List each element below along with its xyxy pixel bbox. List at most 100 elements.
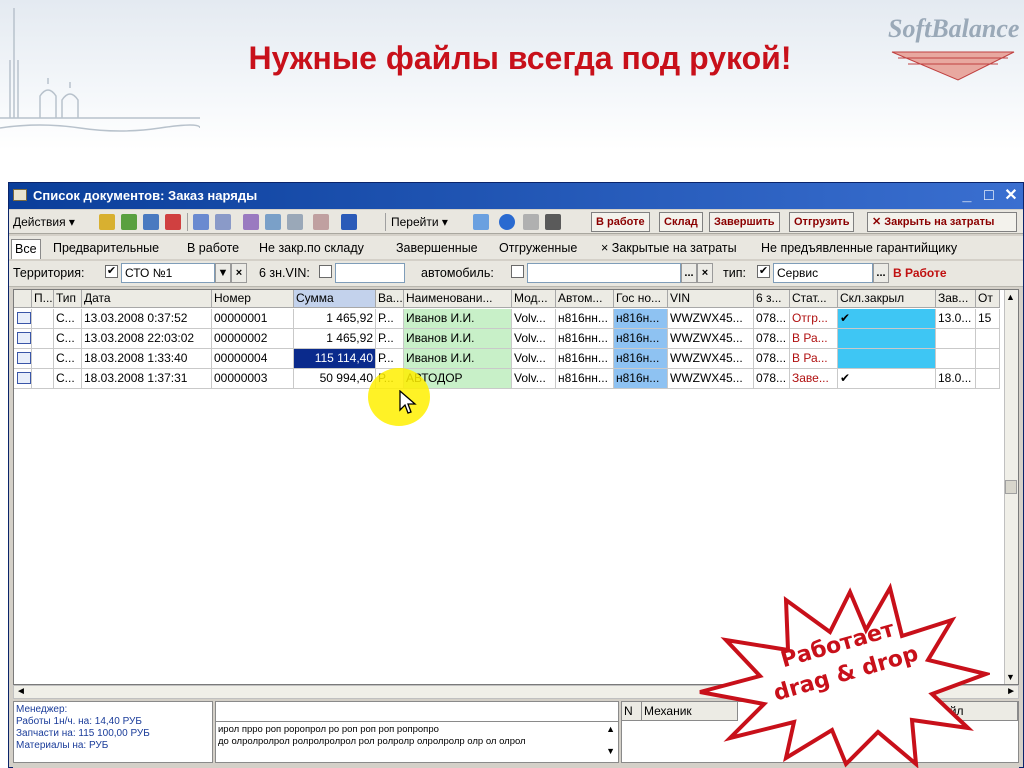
column-header[interactable]: Сумма <box>294 290 376 308</box>
scroll-thumb[interactable] <box>1005 480 1017 494</box>
table-cell[interactable]: С... <box>54 369 82 389</box>
tab-not-closed-warehouse[interactable]: Не закр.по складу <box>259 239 364 259</box>
table-cell[interactable]: Volv... <box>512 369 556 389</box>
column-header[interactable]: Дата <box>82 290 212 308</box>
row-doc-icon-cell[interactable] <box>14 329 32 349</box>
table-cell[interactable]: н816н... <box>614 309 668 329</box>
table-cell[interactable] <box>936 329 976 349</box>
table-cell[interactable]: ✔ <box>838 309 936 329</box>
maximize-button[interactable]: □ <box>979 186 999 206</box>
table-cell[interactable]: 13.03.2008 0:37:52 <box>82 309 212 329</box>
territory-dropdown-icon[interactable]: ▼ <box>215 263 231 283</box>
column-header[interactable]: Мод... <box>512 290 556 308</box>
memo-scroll-up-icon[interactable]: ▲ <box>606 724 615 734</box>
table-cell[interactable]: 078... <box>754 329 790 349</box>
tree-icon[interactable] <box>265 214 281 230</box>
structure-icon[interactable] <box>545 214 561 230</box>
table-cell[interactable]: Р... <box>376 309 404 329</box>
column-header[interactable]: Скл.закрыл <box>838 290 936 308</box>
col-n-header[interactable]: N <box>622 702 642 721</box>
column-header[interactable]: Гос но... <box>614 290 668 308</box>
table-cell[interactable]: Volv... <box>512 309 556 329</box>
table-cell[interactable]: 15 <box>976 309 1000 329</box>
add-group-icon[interactable] <box>121 214 137 230</box>
column-header[interactable]: VIN <box>668 290 754 308</box>
close-button[interactable]: ✕ <box>1001 186 1021 206</box>
tab-finished[interactable]: Завершенные <box>396 239 478 259</box>
actions-menu[interactable]: Действия ▾ <box>13 212 75 232</box>
table-cell[interactable]: н816нн... <box>556 329 614 349</box>
column-header[interactable]: Наименовани... <box>404 290 512 308</box>
tab-in-work[interactable]: В работе <box>187 239 239 259</box>
vin-checkbox[interactable] <box>319 265 332 278</box>
table-cell[interactable]: 00000001 <box>212 309 294 329</box>
table-cell[interactable]: В Ра... <box>790 329 838 349</box>
type-input[interactable]: Сервис <box>773 263 873 283</box>
scroll-left-icon[interactable]: ◄ <box>16 686 26 697</box>
car-select-button[interactable]: ... <box>681 263 697 283</box>
export-icon[interactable] <box>341 214 357 230</box>
in-work-button[interactable]: В работе <box>591 212 650 232</box>
comment-memo[interactable]: ирол прро роп роропрол ро роп роп роп ро… <box>215 701 619 763</box>
column-header[interactable]: 6 з... <box>754 290 790 308</box>
tab-shipped[interactable]: Отгруженные <box>499 239 577 259</box>
table-cell[interactable]: С... <box>54 309 82 329</box>
territory-select[interactable]: СТО №1 <box>121 263 215 283</box>
table-cell[interactable]: н816н... <box>614 349 668 369</box>
goto-menu[interactable]: Перейти ▾ <box>391 212 448 232</box>
table-cell[interactable]: Иванов И.И. <box>404 329 512 349</box>
column-header[interactable]: От <box>976 290 1000 308</box>
window-titlebar[interactable]: Список документов: Заказ наряды _ □ ✕ <box>9 183 1023 209</box>
column-header[interactable]: П... <box>32 290 54 308</box>
territory-checkbox[interactable]: ✔ <box>105 265 118 278</box>
table-cell[interactable]: 18.0... <box>936 369 976 389</box>
table-cell[interactable]: 1 465,92 <box>294 309 376 329</box>
row-doc-icon-cell[interactable] <box>14 349 32 369</box>
table-cell[interactable]: 50 994,40 <box>294 369 376 389</box>
table-cell[interactable]: 13.03.2008 22:03:02 <box>82 329 212 349</box>
table-cell[interactable]: Отгр... <box>790 309 838 329</box>
table-cell[interactable] <box>936 349 976 369</box>
table-cell[interactable]: 078... <box>754 309 790 329</box>
table-cell[interactable] <box>32 309 54 329</box>
close-costs-button[interactable]: ✕ Закрыть на затраты <box>867 212 1017 232</box>
table-cell[interactable] <box>838 329 936 349</box>
table-cell[interactable] <box>976 329 1000 349</box>
find-icon[interactable] <box>215 214 231 230</box>
help-icon[interactable] <box>499 214 515 230</box>
tab-all[interactable]: Все <box>11 239 41 259</box>
car-input[interactable] <box>527 263 681 283</box>
print-icon[interactable] <box>523 214 539 230</box>
tab-preliminary[interactable]: Предварительные <box>53 239 159 259</box>
table-cell[interactable]: 078... <box>754 349 790 369</box>
minimize-button[interactable]: _ <box>957 186 977 206</box>
table-cell[interactable]: Р... <box>376 329 404 349</box>
table-cell[interactable] <box>32 349 54 369</box>
table-cell[interactable]: 078... <box>754 369 790 389</box>
table-cell[interactable]: н816н... <box>614 329 668 349</box>
vin-input[interactable] <box>335 263 405 283</box>
table-cell[interactable]: WWZWX45... <box>668 349 754 369</box>
column-header[interactable]: Тип <box>54 290 82 308</box>
filter-icon[interactable] <box>287 214 303 230</box>
scroll-down-icon[interactable]: ▼ <box>1006 672 1015 682</box>
column-header[interactable]: Автом... <box>556 290 614 308</box>
territory-clear-button[interactable]: × <box>231 263 247 283</box>
table-cell[interactable]: 00000004 <box>212 349 294 369</box>
table-cell[interactable]: В Ра... <box>790 349 838 369</box>
delete-icon[interactable] <box>165 214 181 230</box>
table-cell[interactable]: С... <box>54 329 82 349</box>
table-cell[interactable]: Иванов И.И. <box>404 309 512 329</box>
table-cell[interactable]: Иванов И.И. <box>404 349 512 369</box>
table-cell[interactable] <box>32 329 54 349</box>
add-icon[interactable] <box>99 214 115 230</box>
scroll-right-icon[interactable]: ► <box>1006 686 1016 697</box>
table-cell[interactable]: WWZWX45... <box>668 309 754 329</box>
ship-button[interactable]: Отгрузить <box>789 212 855 232</box>
finish-button[interactable]: Завершить <box>709 212 780 232</box>
tab-closed-costs[interactable]: × Закрытые на затраты <box>601 239 737 259</box>
row-doc-icon-cell[interactable] <box>14 369 32 389</box>
car-checkbox[interactable] <box>511 265 524 278</box>
table-cell[interactable]: н816н... <box>614 369 668 389</box>
table-cell[interactable]: 18.03.2008 1:33:40 <box>82 349 212 369</box>
